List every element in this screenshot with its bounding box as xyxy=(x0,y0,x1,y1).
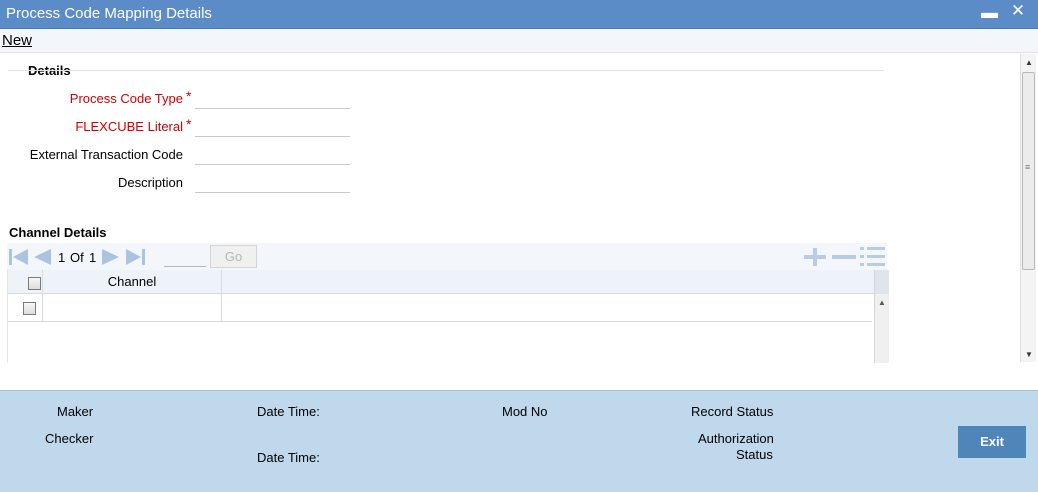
checker-label: Checker xyxy=(45,431,94,446)
external-transaction-code-input[interactable] xyxy=(195,145,350,165)
maker-datetime-label: Date Time: xyxy=(257,404,320,419)
channel-details-title: Channel Details xyxy=(9,225,107,240)
flexcube-literal-label: FLEXCUBE Literal xyxy=(75,119,183,134)
goto-page-input[interactable] xyxy=(164,246,206,267)
authorization-status-label-line2: Status xyxy=(736,447,773,462)
scroll-up-icon[interactable]: ▲ xyxy=(1025,58,1033,67)
description-input[interactable] xyxy=(195,173,350,193)
scroll-down-icon[interactable]: ▼ xyxy=(1025,350,1033,359)
required-marker: * xyxy=(186,116,192,132)
checker-datetime-label: Date Time: xyxy=(257,450,320,465)
pager-toolbar: 1 Of 1 Go xyxy=(7,243,887,270)
next-page-icon[interactable] xyxy=(101,248,121,266)
process-code-type-input[interactable] xyxy=(195,89,350,109)
title-bar: Process Code Mapping Details ▬ ✕ xyxy=(0,0,1038,29)
menu-bar: New xyxy=(0,29,1038,53)
go-button[interactable]: Go xyxy=(210,245,257,268)
mod-no-label: Mod No xyxy=(502,404,548,419)
grid-scrollbar-header xyxy=(875,270,889,294)
row-checkbox[interactable] xyxy=(23,302,36,315)
maker-label: Maker xyxy=(57,404,94,419)
channel-column-header[interactable]: Channel xyxy=(43,270,222,294)
grid-scrollbar[interactable]: ▲ xyxy=(874,270,889,363)
table-row xyxy=(8,294,872,322)
description-label: Description xyxy=(117,175,183,190)
audit-footer: Maker Checker Date Time: Date Time: Mod … xyxy=(0,390,1038,492)
process-code-type-label: Process Code Type xyxy=(69,91,183,106)
new-link[interactable]: New xyxy=(2,32,32,49)
scrollbar-grip-icon: ≡ xyxy=(1025,162,1031,172)
row-checkbox-cell xyxy=(8,294,43,322)
section-divider xyxy=(8,70,884,71)
select-all-checkbox[interactable] xyxy=(28,277,41,290)
record-status-label: Record Status xyxy=(691,404,774,419)
last-page-icon[interactable] xyxy=(125,248,147,266)
previous-page-icon[interactable] xyxy=(32,248,52,266)
total-pages: 1 xyxy=(89,250,97,265)
authorization-status-label-line1: Authorization xyxy=(698,431,774,446)
minimize-icon[interactable]: ▬ xyxy=(981,3,998,23)
external-transaction-code-label: External Transaction Code xyxy=(29,147,183,162)
first-page-icon[interactable] xyxy=(9,248,29,266)
exit-button[interactable]: Exit xyxy=(958,426,1026,458)
add-row-icon[interactable] xyxy=(803,247,827,267)
view-row-icon[interactable] xyxy=(860,246,886,267)
channel-grid: Channel ▲ xyxy=(7,270,889,363)
current-page: 1 xyxy=(58,250,66,265)
delete-row-icon[interactable] xyxy=(831,247,857,267)
header-checkbox-cell xyxy=(8,270,43,294)
grid-header: Channel xyxy=(8,270,874,294)
of-label: Of xyxy=(70,250,84,265)
flexcube-literal-input[interactable] xyxy=(195,117,350,137)
window-title: Process Code Mapping Details xyxy=(6,5,212,22)
scroll-up-icon[interactable]: ▲ xyxy=(878,298,886,307)
required-marker: * xyxy=(186,88,192,104)
channel-cell[interactable] xyxy=(43,294,222,322)
close-icon[interactable]: ✕ xyxy=(1009,1,1027,21)
main-scrollbar[interactable]: ▲ ≡ ▼ xyxy=(1020,54,1036,362)
